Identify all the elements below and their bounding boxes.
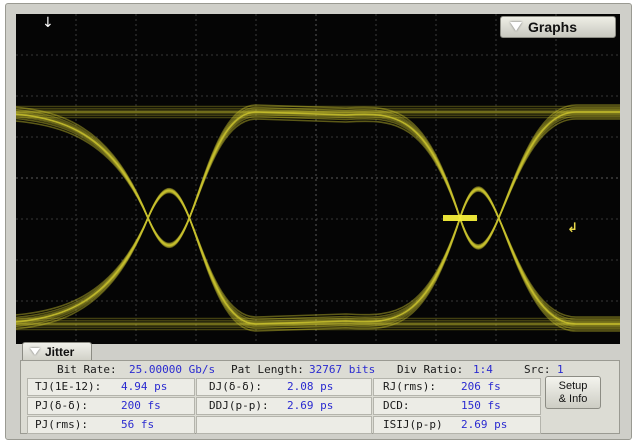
dj-value: 2.08 ps xyxy=(287,380,334,393)
level-marker-icon: ↲ xyxy=(567,221,578,236)
eye-trace-upper xyxy=(16,104,620,250)
rj-label: RJ(rms): xyxy=(383,380,436,393)
bit-rate-value: 25.00000 Gb/s xyxy=(129,363,216,376)
eye-diagram-display[interactable] xyxy=(16,14,620,344)
eye-trace-upper xyxy=(16,111,620,248)
pj-rms-value: 56 fs xyxy=(121,418,155,431)
graphs-menu-button[interactable]: Graphs xyxy=(500,16,616,38)
src-label: Src: xyxy=(524,363,551,376)
eye-trace-lower xyxy=(16,189,620,321)
jitter-tab-label: Jitter xyxy=(45,345,75,359)
jitter-panel: Bit Rate: 25.00000 Gb/s Pat Length: 3276… xyxy=(20,360,620,434)
dcd-label: DCD: xyxy=(383,399,410,412)
tj-value: 4.94 ps xyxy=(121,380,168,393)
isij-value: 2.69 ps xyxy=(461,418,508,431)
eye-trace-lower xyxy=(16,188,620,323)
eye-trace-lower xyxy=(16,188,620,325)
eye-trace-lower xyxy=(16,187,620,330)
eye-trace-upper xyxy=(16,110,620,248)
eye-trace xyxy=(16,104,620,332)
src-value: 1 xyxy=(557,363,564,376)
tj-label: TJ(1E-12): xyxy=(35,380,102,393)
dropdown-triangle-icon xyxy=(30,348,40,355)
setup-info-button[interactable]: Setup & Info xyxy=(545,376,601,409)
pj-rms-label: PJ(rms): xyxy=(35,418,88,431)
eye-diagram-plot xyxy=(16,14,620,344)
bit-rate-label: Bit Rate: xyxy=(57,363,117,376)
eye-trace-upper xyxy=(16,115,620,247)
dropdown-triangle-icon xyxy=(510,22,522,31)
eye-trace-upper xyxy=(16,113,620,248)
ddj-value: 2.69 ps xyxy=(287,399,334,412)
jitter-tab[interactable]: Jitter xyxy=(22,342,92,361)
eye-trace-upper xyxy=(16,112,620,248)
pj-label: PJ(δ-δ): xyxy=(35,399,88,412)
eye-trace-lower xyxy=(16,187,620,328)
div-ratio-label: Div Ratio: xyxy=(397,363,464,376)
eye-trace-lower xyxy=(16,186,620,332)
isij-label: ISIJ(p-p) xyxy=(383,418,443,431)
eye-trace-lower xyxy=(16,190,620,318)
eye-trace-lower xyxy=(16,188,620,324)
dcd-value: 150 fs xyxy=(461,399,501,412)
pj-value: 200 fs xyxy=(121,399,161,412)
dj-label: DJ(δ-δ): xyxy=(209,380,262,393)
rj-value: 206 fs xyxy=(461,380,501,393)
measurement-cell xyxy=(196,416,372,434)
setup-label: Setup xyxy=(558,380,588,392)
pat-length-label: Pat Length: xyxy=(231,363,304,376)
trigger-marker-icon: ↓ xyxy=(42,15,54,31)
ddj-label: DDJ(p-p): xyxy=(209,399,269,412)
eye-trace-lower xyxy=(16,188,620,326)
histogram-window xyxy=(443,215,477,221)
info-label: & Info xyxy=(558,393,588,405)
div-ratio-value: 1:4 xyxy=(473,363,493,376)
eye-trace-upper xyxy=(16,118,620,246)
pat-length-value: 32767 bits xyxy=(309,363,376,376)
display-grid xyxy=(16,14,620,344)
graphs-label: Graphs xyxy=(528,19,578,35)
